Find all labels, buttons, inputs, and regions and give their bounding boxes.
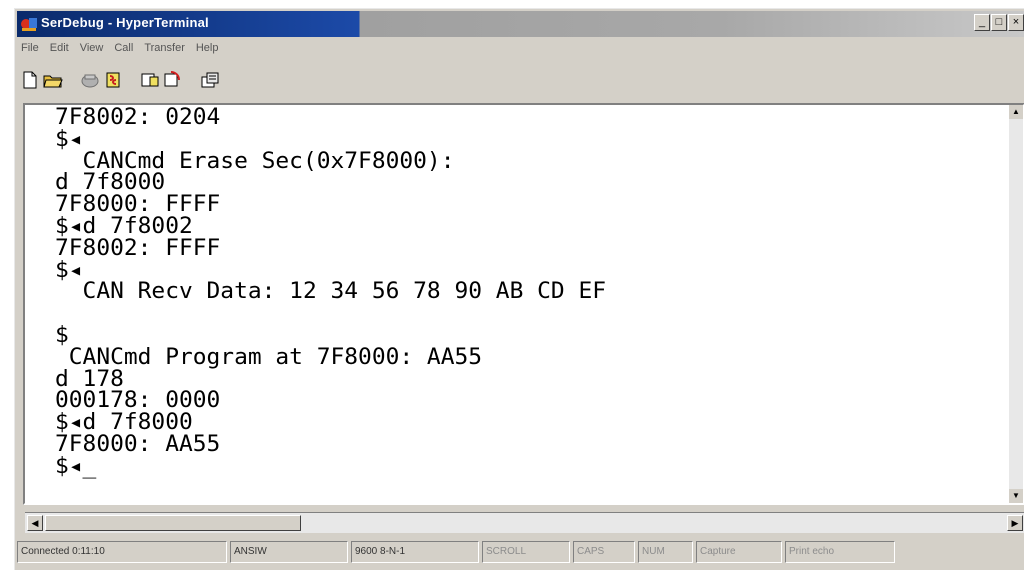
menu-bar: File Edit View Call Transfer Help — [21, 40, 218, 60]
open-icon — [43, 75, 63, 88]
status-capture: Capture — [696, 541, 782, 563]
status-scroll: SCROLL — [482, 541, 570, 563]
scroll-right-icon[interactable]: ▶ — [1007, 515, 1023, 531]
minimize-button[interactable]: _ — [974, 14, 990, 31]
scroll-up-icon[interactable]: ▲ — [1009, 105, 1023, 119]
title-bar[interactable]: SerDebug - HyperTerminal _ □ × — [17, 11, 1024, 37]
status-port-settings: 9600 8-N-1 — [351, 541, 479, 563]
disconnect-icon — [106, 72, 120, 88]
horizontal-scroll-thumb[interactable] — [45, 515, 301, 531]
status-caps: CAPS — [573, 541, 635, 563]
status-emulation: ANSIW — [230, 541, 348, 563]
menu-call[interactable]: Call — [114, 40, 133, 60]
send-icon — [141, 73, 159, 87]
scroll-down-icon[interactable]: ▼ — [1009, 489, 1023, 503]
call-button[interactable] — [79, 69, 101, 91]
receive-button[interactable] — [162, 69, 184, 91]
receive-icon — [164, 71, 180, 87]
properties-icon — [201, 72, 219, 88]
properties-button[interactable] — [199, 69, 221, 91]
hyperterminal-app-icon — [21, 18, 37, 31]
status-print-echo: Print echo — [785, 541, 895, 563]
menu-edit[interactable]: Edit — [50, 40, 69, 60]
close-button[interactable]: × — [1008, 14, 1024, 31]
menu-file[interactable]: File — [21, 40, 39, 60]
terminal-output: 7F8002: 0204 $◂ CANCmd Erase Sec(0x7F800… — [55, 105, 607, 479]
hyperterminal-window: SerDebug - HyperTerminal _ □ × File Edit… — [14, 8, 1024, 570]
toolbar — [19, 64, 222, 96]
status-bar: Connected 0:11:10 ANSIW 9600 8-N-1 SCROL… — [17, 541, 1023, 563]
scroll-left-icon[interactable]: ◀ — [27, 515, 43, 531]
horizontal-scrollbar[interactable]: ◀ ▶ — [25, 512, 1024, 533]
open-button[interactable] — [42, 69, 64, 91]
status-num: NUM — [638, 541, 693, 563]
new-button[interactable] — [19, 69, 41, 91]
new-icon — [23, 71, 37, 89]
vertical-scrollbar[interactable]: ▲ ▼ — [1009, 105, 1023, 503]
status-connected: Connected 0:11:10 — [17, 541, 227, 563]
send-button[interactable] — [139, 69, 161, 91]
maximize-button[interactable]: □ — [991, 14, 1007, 31]
terminal-screen[interactable]: 7F8002: 0204 $◂ CANCmd Erase Sec(0x7F800… — [23, 103, 1024, 505]
disconnect-button[interactable] — [102, 69, 124, 91]
menu-help[interactable]: Help — [196, 40, 219, 60]
call-icon — [81, 74, 99, 88]
menu-view[interactable]: View — [80, 40, 104, 60]
window-title: SerDebug - HyperTerminal — [41, 15, 209, 30]
menu-transfer[interactable]: Transfer — [144, 40, 185, 60]
